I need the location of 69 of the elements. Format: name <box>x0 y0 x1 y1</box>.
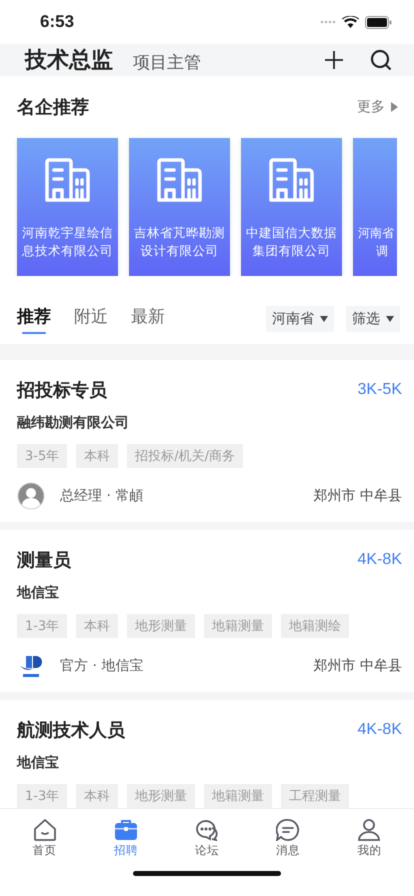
company-name: 吉林省芃晔勘测 设计有限公司 <box>134 224 225 260</box>
caret-icon <box>391 102 398 112</box>
page-subtitle: 项目主管 <box>133 52 202 74</box>
job-tag: 1-3年 <box>17 784 68 808</box>
filter-tab[interactable]: 推荐 <box>17 304 51 334</box>
filter-tab[interactable]: 最新 <box>131 304 165 334</box>
job-tag: 地籍测绘 <box>281 614 350 638</box>
job-tag: 地形测量 <box>127 614 196 638</box>
company-name: 河南省 调 <box>357 225 394 260</box>
job-tag: 本科 <box>76 444 118 468</box>
company-card[interactable]: 河南省 调 <box>353 138 397 276</box>
nav-tab[interactable]: 我的 <box>339 819 400 858</box>
company-name: 河南乾宇星绘信 息技术有限公司 <box>22 224 113 260</box>
job-tag: 1-3年 <box>17 614 68 638</box>
job-tag: 地形测量 <box>127 784 196 808</box>
salary: 4K-8K <box>358 551 402 569</box>
job-tag: 招投标/机关/商务 <box>127 444 243 468</box>
person-icon <box>357 819 382 841</box>
company-name: 地信宝 <box>17 584 60 602</box>
job-location: 郑州市 中牟县 <box>314 487 402 505</box>
caret-icon <box>320 316 328 322</box>
search-icon[interactable] <box>370 49 392 71</box>
job-location: 郑州市 中牟县 <box>314 657 402 675</box>
job-card[interactable]: 航测技术人员 4K-8K 地信宝 1-3年 本科 地形测量 地籍测量 工程测量 <box>0 700 414 808</box>
job-tag: 本科 <box>76 784 118 808</box>
dropdown[interactable]: 河南省 <box>266 306 334 332</box>
message-icon <box>276 819 300 841</box>
company-card[interactable]: 中建国信大数据 集团有限公司 <box>241 138 342 276</box>
recruiter-name: 官方 · 地信宝 <box>60 657 144 675</box>
salary: 4K-8K <box>358 721 402 739</box>
recruiter-name: 总经理 · 常頔 <box>60 487 144 505</box>
caret-icon <box>386 316 394 322</box>
job-tag: 地籍测量 <box>204 614 272 638</box>
company-name: 融纬勘测有限公司 <box>17 414 130 432</box>
building-icon <box>268 158 314 202</box>
briefcase-icon <box>114 819 138 841</box>
filter-tab[interactable]: 附近 <box>74 304 108 334</box>
building-icon <box>44 158 90 202</box>
add-icon[interactable] <box>324 50 344 70</box>
status-time: 6:53 <box>40 12 74 32</box>
job-title: 招投标专员 <box>17 379 107 402</box>
company-card[interactable]: 吉林省芃晔勘测 设计有限公司 <box>129 138 230 276</box>
job-tag: 工程测量 <box>281 784 350 808</box>
avatar-icon <box>17 482 45 510</box>
nav-tab[interactable]: 招聘 <box>96 819 156 858</box>
more-link[interactable]: 更多 <box>357 98 385 116</box>
wifi-icon <box>342 16 359 28</box>
job-card[interactable]: 测量员 4K-8K 地信宝 1-3年 本科 地形测量 地籍测量 地籍测绘 官方 · 地信宝 郑州市 中牟县 <box>0 530 414 692</box>
nav-tab[interactable]: 论坛 <box>176 819 237 858</box>
job-tag: 本科 <box>76 614 118 638</box>
page-title: 技术总监 <box>25 47 113 75</box>
signal-icon <box>320 20 336 24</box>
salary: 3K-5K <box>358 381 402 399</box>
nav-tab[interactable]: 消息 <box>258 819 318 858</box>
company-name: 地信宝 <box>17 754 60 772</box>
company-name: 中建国信大数据 集团有限公司 <box>246 224 337 260</box>
battery-icon <box>365 16 392 28</box>
job-title: 测量员 <box>17 549 71 572</box>
dropdown[interactable]: 筛选 <box>346 306 400 332</box>
building-icon <box>156 158 202 202</box>
chat-icon <box>194 819 219 841</box>
home-icon <box>32 819 57 841</box>
nav-tab[interactable]: 首页 <box>14 819 75 858</box>
section-title: 名企推荐 <box>17 96 89 119</box>
job-card[interactable]: 招投标专员 3K-5K 融纬勘测有限公司 3-5年 本科 招投标/机关/商务 总经理 · 常頔 郑州市 中牟县 <box>0 360 414 522</box>
job-tag: 地籍测量 <box>204 784 272 808</box>
company-card[interactable]: 河南乾宇星绘信 息技术有限公司 <box>17 138 118 276</box>
job-tag: 3-5年 <box>17 444 68 468</box>
job-title: 航测技术人员 <box>17 719 125 742</box>
